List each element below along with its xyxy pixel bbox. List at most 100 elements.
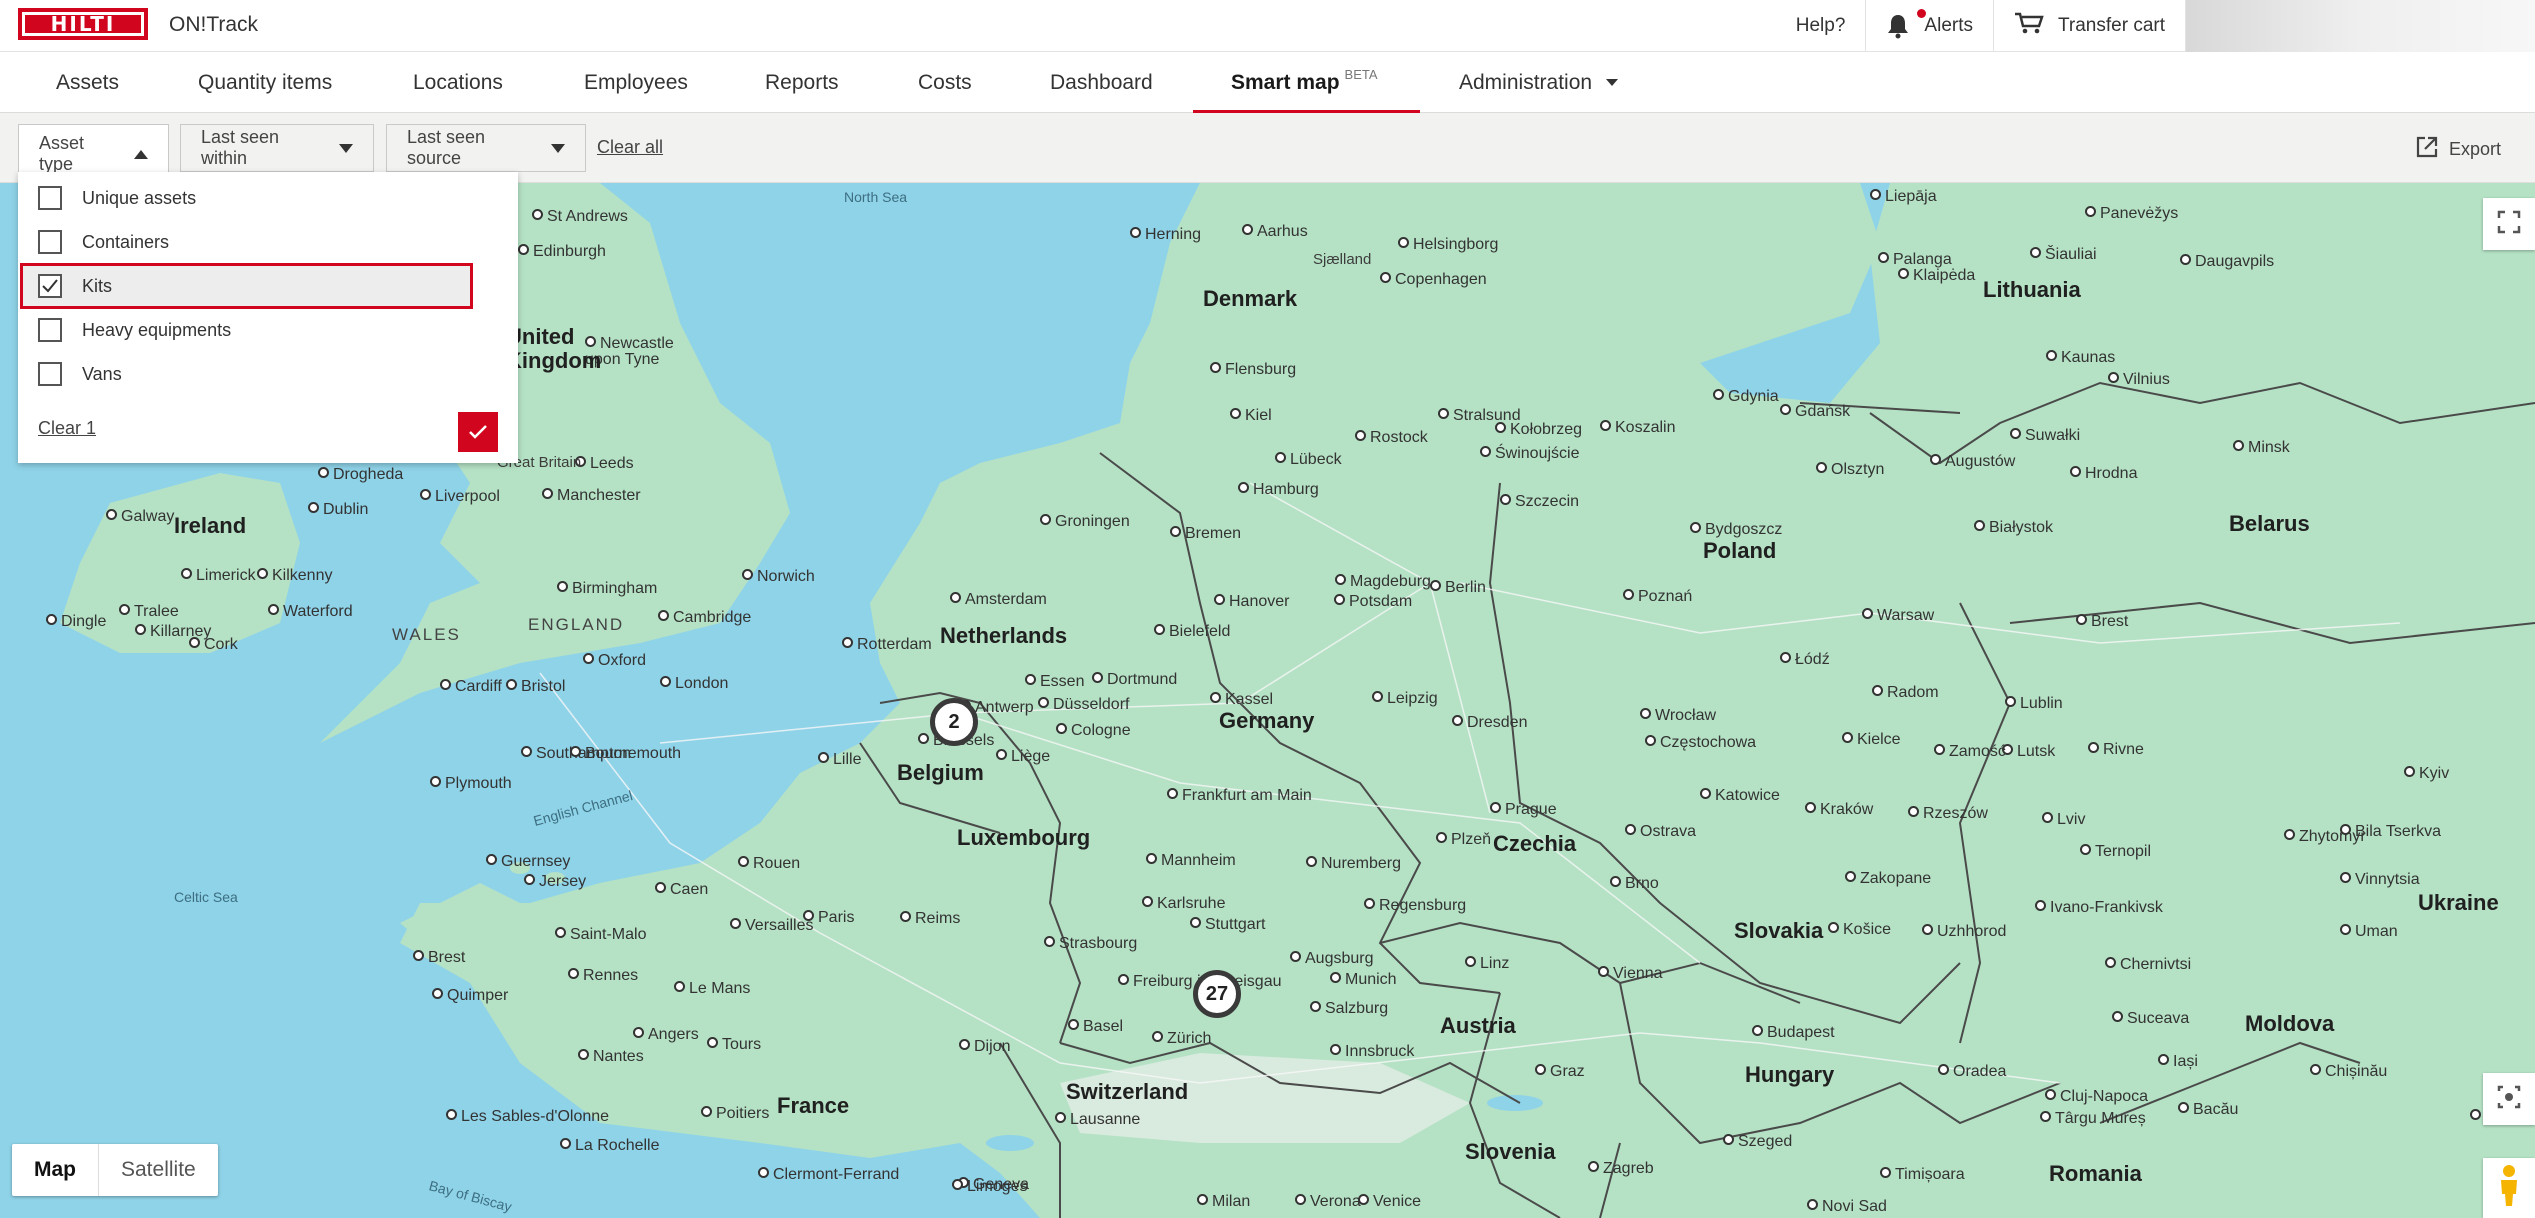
hilti-logo[interactable]: HILTI [18, 8, 148, 40]
city-label: St Andrews [532, 208, 628, 226]
option-containers[interactable]: Containers [18, 222, 518, 262]
city-label: Brno [1610, 875, 1659, 893]
city-label: Strasbourg [1044, 935, 1137, 953]
city-label: Oxford [583, 652, 646, 670]
city-label: Bielefeld [1154, 623, 1230, 641]
city-label: Bila Tserkva [2340, 823, 2441, 841]
city-label: Vinnytsia [2340, 871, 2420, 889]
checkbox-unchecked[interactable] [38, 186, 62, 210]
recenter-button[interactable] [2483, 1073, 2535, 1125]
city-label: Flensburg [1210, 361, 1296, 379]
city-label: Rivne [2088, 741, 2144, 759]
option-label: Vans [82, 363, 122, 384]
city-label: Brest [413, 949, 465, 967]
city-label: Reims [900, 910, 960, 928]
region-label: WALES [392, 625, 461, 644]
city-label: Cologne [1056, 722, 1131, 740]
tab-employees[interactable]: Employees [584, 52, 688, 113]
city-label: Stuttgart [1190, 916, 1265, 934]
city-label: Munich [1330, 971, 1397, 989]
city-label: Chișinău [2310, 1063, 2387, 1081]
city-label: Nantes [578, 1048, 644, 1066]
transfer-cart-button[interactable]: Transfer cart [1993, 0, 2185, 52]
city-label: Lille [818, 751, 861, 769]
check-icon [42, 279, 58, 293]
city-label: Rennes [568, 967, 638, 985]
city-label: Zamość [1934, 743, 2006, 761]
city-label: Hrodna [2070, 465, 2137, 483]
city-label: Angers [633, 1026, 699, 1044]
region-label: ENGLAND [528, 615, 625, 634]
sea-label: North Sea [844, 189, 908, 205]
tab-quantity-items[interactable]: Quantity items [198, 52, 332, 113]
map-cluster-marker[interactable]: 2 [930, 698, 978, 746]
pegman-icon [2497, 1164, 2521, 1213]
city-label: Koszalin [1600, 419, 1675, 437]
city-label: Poznań [1623, 588, 1692, 606]
map-cluster-marker[interactable]: 27 [1193, 970, 1241, 1018]
city-label: Leeds [575, 455, 634, 473]
tab-locations[interactable]: Locations [413, 52, 503, 113]
city-label: Lübeck [1275, 451, 1342, 469]
city-label: Prague [1490, 801, 1557, 819]
checkbox-checked[interactable] [38, 274, 62, 298]
city-label: Amsterdam [950, 591, 1047, 609]
clear-all-link[interactable]: Clear all [597, 137, 663, 158]
city-label: Świnoujście [1480, 445, 1579, 463]
tab-administration[interactable]: Administration [1459, 52, 1619, 113]
checkbox-unchecked[interactable] [38, 230, 62, 254]
option-heavy-equipments[interactable]: Heavy equipments [18, 310, 518, 350]
chevron-down-icon [551, 143, 565, 153]
tab-assets[interactable]: Assets [56, 52, 119, 113]
clear-selection-link[interactable]: Clear 1 [38, 418, 96, 439]
country-label: Lithuania [1983, 277, 2081, 302]
satellite-view-button[interactable]: Satellite [99, 1144, 218, 1196]
user-menu[interactable] [2185, 0, 2535, 52]
checkbox-unchecked[interactable] [38, 318, 62, 342]
city-label: Częstochowa [1645, 734, 1756, 752]
city-label: Szeged [1723, 1133, 1792, 1151]
alerts-button[interactable]: Alerts [1865, 0, 1993, 52]
city-label: Graz [1535, 1063, 1585, 1081]
help-link[interactable]: Help? [1776, 0, 1866, 52]
region-label: Sjælland [1313, 251, 1372, 268]
option-vans[interactable]: Vans [18, 354, 518, 394]
city-label: Kiel [1230, 407, 1272, 425]
last-seen-source-filter[interactable]: Last seen source [386, 124, 586, 172]
cart-icon [2014, 11, 2058, 41]
export-label: Export [2448, 139, 2501, 159]
bell-icon [1886, 9, 1927, 39]
country-label: Germany [1219, 708, 1315, 733]
city-label: Chernivtsi [2105, 956, 2191, 974]
city-label: Gdynia [1713, 388, 1779, 406]
last-seen-within-filter[interactable]: Last seen within [180, 124, 374, 172]
tab-dashboard[interactable]: Dashboard [1050, 52, 1153, 113]
map-view-button[interactable]: Map [12, 1144, 99, 1196]
option-unique-assets[interactable]: Unique assets [18, 178, 518, 218]
country-label: Moldova [2245, 1011, 2335, 1036]
city-label: Magdeburg [1335, 573, 1431, 591]
street-view-button[interactable] [2483, 1158, 2535, 1218]
city-label: Panevėžys [2085, 205, 2178, 223]
city-label: Vilnius [2108, 371, 2170, 389]
option-kits[interactable]: Kits [20, 263, 473, 309]
beta-badge: BETA [1344, 67, 1378, 82]
transfer-cart-label: Transfer cart [2058, 15, 2165, 36]
city-label: Augsburg [1290, 950, 1374, 968]
option-label: Kits [82, 275, 113, 296]
city-label: Bremen [1170, 525, 1241, 543]
city-label: Zagreb [1588, 1160, 1654, 1178]
city-label: Salzburg [1310, 1000, 1388, 1018]
tab-costs[interactable]: Costs [918, 52, 972, 113]
city-label: Szczecin [1500, 493, 1579, 511]
city-label: Poitiers [701, 1105, 769, 1123]
city-label: Iași [2158, 1053, 2198, 1071]
export-button[interactable]: Export [2415, 135, 2501, 164]
fullscreen-button[interactable] [2483, 198, 2535, 250]
tab-smart-map[interactable]: Smart map BETA [1231, 52, 1378, 113]
tab-reports[interactable]: Reports [765, 52, 839, 113]
apply-filter-button[interactable] [458, 412, 498, 452]
checkbox-unchecked[interactable] [38, 362, 62, 386]
city-label: Plymouth [430, 775, 512, 793]
fullscreen-icon [2497, 210, 2521, 239]
